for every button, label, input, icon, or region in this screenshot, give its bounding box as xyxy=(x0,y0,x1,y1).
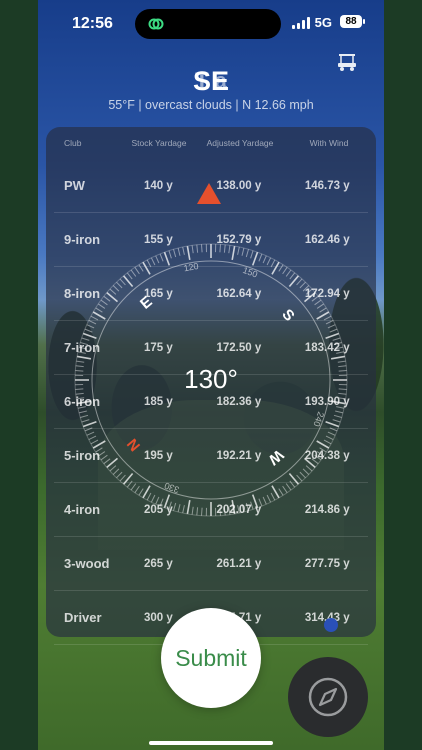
compass-degree-label: 240 xyxy=(311,410,326,428)
compass-icon xyxy=(308,677,348,717)
dynamic-island xyxy=(135,9,281,39)
compass-degree-label: 150 xyxy=(241,265,259,280)
table-header: Club Stock Yardage Adjusted Yardage With… xyxy=(46,127,376,159)
compass-overlay[interactable]: N E S W 120 150 240 330 130° xyxy=(73,242,349,518)
status-time: 12:56 xyxy=(72,15,113,32)
col-wind: With Wind xyxy=(309,138,349,148)
heading-pointer xyxy=(197,183,221,204)
club-name: Driver xyxy=(64,610,102,625)
compass-cardinal-s: S xyxy=(278,306,297,325)
compass-cardinal-e: E xyxy=(137,293,156,312)
network-type: 5G xyxy=(314,15,332,30)
compass-button[interactable] xyxy=(288,657,368,737)
golf-ball-marker xyxy=(324,618,338,632)
status-bar: 12:56 5G 88 xyxy=(38,0,384,48)
heading-direction: SE xyxy=(192,66,230,96)
location-header: T a SE 55°F | overcast clouds | N 12.66 … xyxy=(38,64,384,112)
col-adjusted: Adjusted Yardage xyxy=(206,138,274,148)
battery-icon: 88 xyxy=(340,15,365,28)
stock-yardage: 140 y xyxy=(143,179,173,192)
compass-cardinal-n: N xyxy=(124,435,144,454)
phone-screen: 12:56 5G 88 T a SE 55°F | overcast cloud… xyxy=(38,0,384,750)
wind-yardage: 146.73 y xyxy=(304,179,350,192)
table-row: 3-wood 265 y 261.21 y 277.75 y xyxy=(54,537,368,591)
weather-summary: 55°F | overcast clouds | N 12.66 mph xyxy=(108,98,314,112)
compass-heading-degrees: 130° xyxy=(184,364,238,394)
adjusted-yardage: 261.21 y xyxy=(216,557,262,570)
col-club: Club xyxy=(64,138,82,148)
compass-cardinal-w: W xyxy=(264,446,286,469)
club-name: PW xyxy=(64,178,85,193)
wind-yardage: 277.75 y xyxy=(304,557,350,570)
compass-degree-label: 330 xyxy=(163,480,181,495)
link-icon xyxy=(148,18,164,30)
stock-yardage: 265 y xyxy=(143,557,173,570)
col-stock: Stock Yardage xyxy=(131,138,187,148)
signal-icon xyxy=(292,17,310,29)
compass-degree-label: 120 xyxy=(183,261,200,273)
home-indicator[interactable] xyxy=(149,741,273,745)
club-name: 3-wood xyxy=(64,556,110,571)
submit-button[interactable]: Submit xyxy=(161,608,261,708)
